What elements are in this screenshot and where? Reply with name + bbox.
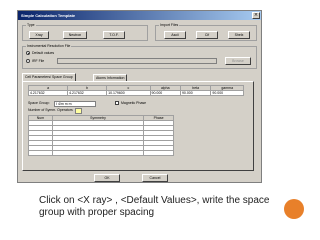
symm-operators-label: Number of Symm. Operators	[28, 108, 73, 112]
symmetry-table: Num Symmetry Phase	[28, 115, 174, 156]
tab-cell-parameters[interactable]: Cell Parameters/ Space Group	[22, 73, 76, 81]
table-row	[28, 150, 174, 156]
table-cell[interactable]	[28, 150, 53, 156]
tof-button[interactable]: T.O.F.	[103, 31, 125, 39]
irf-path-field[interactable]	[57, 58, 217, 64]
cancel-button[interactable]: Cancel	[142, 174, 168, 182]
value-b[interactable]: 4.217632	[67, 90, 108, 96]
type-group: Type Xray Neutron T.O.F.	[22, 23, 148, 41]
window-title: Simple Calculation Template	[21, 13, 76, 18]
resolution-group: Instrumental Resolution File Default val…	[22, 44, 257, 69]
calculation-dialog: Simple Calculation Template × Type Xray …	[17, 10, 262, 183]
table-cell[interactable]	[51, 150, 145, 156]
space-group-label: Space Group:	[28, 101, 50, 105]
default-values-label: Default values	[32, 51, 55, 55]
instruction-caption: Click on <X ray> , <Default Values>, wri…	[39, 195, 270, 218]
radio-selected-icon	[26, 51, 30, 56]
import-files-group: Import Files Ascii Cif Shelx	[155, 23, 257, 41]
close-icon[interactable]: ×	[252, 12, 260, 19]
value-beta[interactable]: 90.000	[179, 90, 212, 96]
type-group-title: Type	[26, 23, 36, 28]
accent-circle	[284, 199, 304, 219]
browse-button[interactable]: Browse	[225, 57, 251, 65]
irf-file-radio[interactable]: IRF File	[26, 59, 44, 64]
cif-button[interactable]: Cif	[196, 31, 218, 39]
shelx-button[interactable]: Shelx	[228, 31, 250, 39]
radio-unselected-icon	[26, 59, 30, 64]
cell-parameters-panel: a b c alpha beta gamma 4.217632 4.217632…	[22, 81, 254, 171]
checkbox-icon	[115, 101, 119, 106]
resolution-group-title: Instrumental Resolution File	[26, 44, 72, 49]
import-group-title: Import Files	[159, 23, 180, 28]
irf-file-label: IRF File	[32, 59, 45, 63]
neutron-button[interactable]: Neutron	[63, 31, 87, 39]
cell-parameters-table: a b c alpha beta gamma 4.217632 4.217632…	[27, 85, 244, 96]
cell-values-row: 4.217632 4.217632 10.179600 90.000 90.00…	[27, 90, 244, 96]
magnetic-phase-checkbox[interactable]: Magnetic Phase	[115, 101, 146, 106]
value-alpha[interactable]: 90.000	[149, 90, 181, 96]
xray-button[interactable]: Xray	[29, 31, 49, 39]
table-cell[interactable]	[143, 150, 174, 156]
value-gamma[interactable]: 90.000	[210, 90, 244, 96]
space-group-input[interactable]: I 4/m m m	[54, 101, 96, 107]
magnetic-phase-label: Magnetic Phase	[121, 101, 147, 105]
value-c[interactable]: 10.179600	[106, 90, 151, 96]
tab-atoms-information[interactable]: Atoms Information	[93, 74, 128, 81]
symm-operators-input[interactable]	[75, 108, 82, 114]
value-a[interactable]: 4.217632	[27, 90, 69, 96]
title-bar: Simple Calculation Template ×	[18, 11, 261, 20]
default-values-radio[interactable]: Default values	[26, 51, 54, 56]
ok-button[interactable]: OK	[94, 174, 120, 182]
ascii-button[interactable]: Ascii	[164, 31, 186, 39]
